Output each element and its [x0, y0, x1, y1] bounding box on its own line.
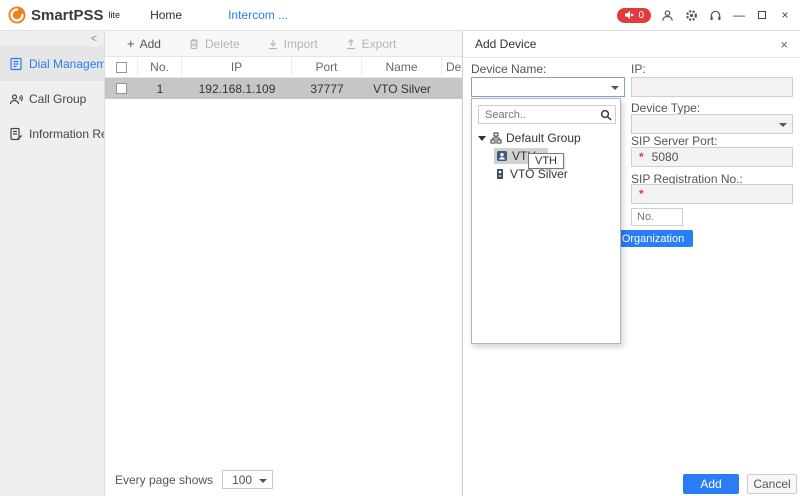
chevron-down-icon: [259, 479, 267, 483]
maximize-button[interactable]: [755, 8, 769, 23]
device-name-combo[interactable]: [471, 77, 625, 97]
import-button[interactable]: Import: [267, 37, 318, 51]
device-type-label: Device Type:: [631, 101, 700, 115]
sidebar: < Dial Management Call Group Information…: [0, 31, 104, 496]
speaker-muted-icon: [624, 10, 634, 20]
page-size-value: 100: [232, 473, 252, 487]
sip-registration-input[interactable]: *: [631, 184, 793, 204]
dial-management-icon: [9, 57, 23, 71]
tree-item-label: VTO Silver: [510, 167, 568, 181]
user-icon[interactable]: [660, 8, 675, 23]
tree-group-default[interactable]: Default Group: [472, 129, 620, 147]
ip-input[interactable]: [631, 77, 793, 97]
gear-icon[interactable]: [684, 8, 699, 23]
chevron-down-icon: [611, 86, 619, 90]
no-input[interactable]: [631, 208, 683, 226]
sidebar-item-label: Call Group: [29, 92, 86, 106]
sip-server-port-value: 5080: [652, 150, 679, 164]
pagination: Every page shows 100: [115, 470, 273, 489]
information-release-icon: [9, 127, 23, 141]
vto-device-icon: [494, 168, 506, 180]
tab-intercom[interactable]: Intercom ...: [228, 8, 288, 22]
vth-device-icon: [496, 150, 508, 162]
call-group-icon: [9, 92, 23, 106]
row-no: 1: [138, 78, 182, 99]
row-checkbox-cell: [105, 78, 138, 99]
sidebar-item-label: Dial Management: [29, 57, 104, 71]
sidebar-item-information-release[interactable]: Information Rele...: [0, 116, 104, 151]
sip-server-port-label: SIP Server Port:: [631, 134, 717, 148]
search-input[interactable]: [479, 106, 615, 123]
titlebar-actions: 0 — ×: [617, 8, 800, 23]
organization-button[interactable]: Organization: [613, 230, 693, 247]
cancel-button[interactable]: Cancel: [747, 474, 797, 494]
chevron-down-icon: [779, 123, 787, 127]
ip-label: IP:: [631, 62, 646, 76]
titlebar: SmartPSS lite Home Intercom ... 0 —: [0, 0, 800, 31]
app-logo: SmartPSS lite: [0, 6, 120, 24]
row-name: VTO Silver: [362, 78, 442, 99]
add-device-header: Add Device ×: [463, 31, 800, 58]
plus-icon: +: [127, 39, 135, 49]
minimize-button[interactable]: —: [732, 8, 746, 23]
row-port: 37777: [292, 78, 362, 99]
device-name-label: Device Name:: [471, 62, 546, 76]
alarm-badge[interactable]: 0: [617, 8, 651, 23]
dropdown-search: [478, 105, 616, 124]
organization-icon: [490, 132, 502, 144]
alarm-count: 0: [638, 10, 644, 21]
required-mark: *: [639, 187, 644, 201]
panel-close-icon[interactable]: ×: [780, 37, 788, 52]
add-device-panel: Add Device × Device Name: IP: Device Typ…: [462, 31, 800, 496]
app-name-suffix: lite: [109, 10, 121, 20]
sip-server-port-input[interactable]: * 5080: [631, 147, 793, 167]
headset-icon[interactable]: [708, 8, 723, 23]
trash-icon: [188, 38, 200, 50]
export-button[interactable]: Export: [345, 37, 397, 51]
delete-button[interactable]: Delete: [188, 37, 240, 51]
maximize-icon: [758, 11, 766, 19]
required-mark: *: [639, 150, 644, 164]
panel-title: Add Device: [475, 37, 536, 51]
tree-expander-icon[interactable]: [478, 136, 486, 141]
main-tabs: Home Intercom ...: [150, 8, 288, 22]
export-icon: [345, 38, 357, 50]
app-logo-icon: [8, 6, 26, 24]
device-name-dropdown: Default Group VTH VTO Silver VTH: [471, 98, 621, 344]
header-ip: IP: [182, 57, 292, 77]
page-size-select[interactable]: 100: [222, 470, 273, 489]
sidebar-collapse-button[interactable]: <: [91, 33, 97, 45]
row-ip: 192.168.1.109: [182, 78, 292, 99]
smartpss-lite-window: SmartPSS lite Home Intercom ... 0 —: [0, 0, 800, 496]
header-no: No.: [138, 57, 182, 77]
sidebar-menu: Dial Management Call Group Information R…: [0, 31, 104, 151]
sidebar-item-dial-management[interactable]: Dial Management: [0, 46, 104, 81]
row-checkbox[interactable]: [116, 83, 127, 94]
page-size-label: Every page shows: [115, 473, 213, 487]
add-device-confirm-button[interactable]: Add: [683, 474, 739, 494]
tab-home[interactable]: Home: [150, 8, 182, 22]
header-checkbox-cell: [105, 57, 138, 77]
add-device-form: Device Name: IP: Device Type: SIP Server…: [463, 58, 800, 496]
header-name: Name: [362, 57, 442, 77]
add-button[interactable]: + Add: [127, 37, 161, 51]
search-icon[interactable]: [600, 109, 612, 121]
app-name: SmartPSS: [31, 7, 104, 24]
close-button[interactable]: ×: [778, 8, 792, 23]
vth-tooltip: VTH: [528, 153, 564, 169]
sidebar-item-label: Information Rele...: [29, 127, 104, 141]
import-icon: [267, 38, 279, 50]
tree-group-label: Default Group: [506, 131, 581, 145]
header-port: Port: [292, 57, 362, 77]
select-all-checkbox[interactable]: [116, 62, 127, 73]
device-type-select[interactable]: [631, 114, 793, 134]
sidebar-item-call-group[interactable]: Call Group: [0, 81, 104, 116]
